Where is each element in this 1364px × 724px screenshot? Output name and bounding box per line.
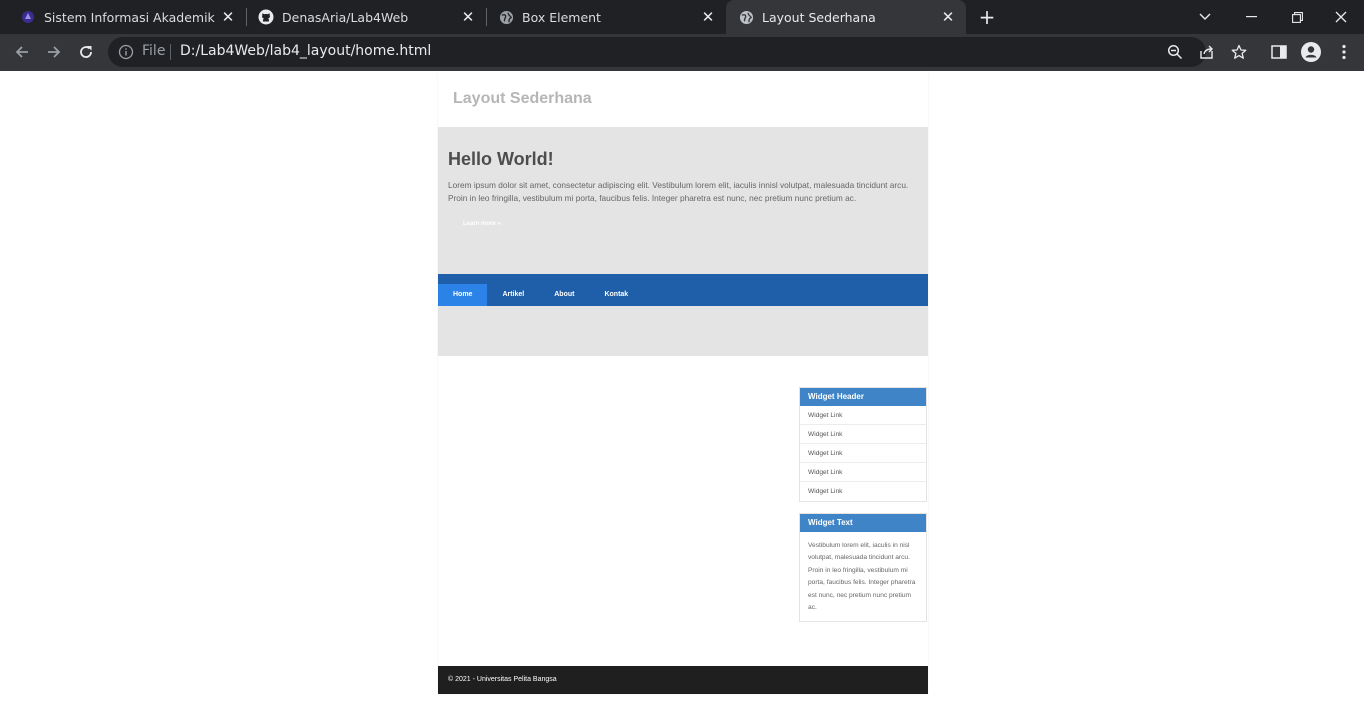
nav-item-kontak[interactable]: Kontak [589,284,643,306]
back-arrow-icon[interactable] [8,38,36,66]
new-tab-plus-icon[interactable]: + [976,6,998,28]
reload-icon[interactable] [72,38,100,66]
close-tab-icon[interactable]: ✕ [700,9,716,25]
tab-box-element[interactable]: Box Element ✕ [486,0,726,34]
url-text[interactable]: D:/Lab4Web/lab4_layout/home.html [180,43,431,59]
widget-link-list: Widget Link Widget Link Widget Link Widg… [800,406,926,501]
tab-title: Layout Sederhana [762,9,876,25]
tab-sistem-informasi[interactable]: Sistem Informasi Akademik ✕ [0,0,246,34]
tab-search-chevron-icon[interactable] [1182,0,1228,34]
globe-icon [498,9,514,25]
share-icon[interactable] [1198,43,1216,61]
site-footer: © 2021 - Universitas Pelita Bangsa [438,666,928,694]
side-panel-icon[interactable] [1269,42,1289,62]
tab-title: DenasAria/Lab4Web [282,9,409,25]
bookmark-star-icon[interactable] [1230,43,1248,61]
close-tab-icon[interactable]: ✕ [220,9,236,25]
learn-more-button[interactable]: Learn more » [463,221,501,227]
gray-band [438,306,928,356]
nav-item-about[interactable]: About [539,284,589,306]
widget-text: Widget Text Vestibulum lorem elit, iacul… [799,513,927,623]
minimize-icon[interactable] [1228,0,1274,34]
site-header: Layout Sederhana [438,71,928,127]
page-container: Layout Sederhana Hello World! Lorem ipsu… [438,71,928,694]
tab-layout-sederhana[interactable]: Layout Sederhana ✕ [726,0,966,34]
menu-kebab-icon[interactable] [1334,42,1354,62]
zoom-icon[interactable] [1166,43,1184,61]
widget-links: Widget Header Widget Link Widget Link Wi… [799,387,927,502]
close-window-icon[interactable] [1318,0,1364,34]
widget-link[interactable]: Widget Link [800,406,926,425]
nav-item-home[interactable]: Home [438,284,488,306]
site-title: Layout Sederhana [453,90,592,107]
widget-link[interactable]: Widget Link [800,463,926,482]
hero-text: Lorem ipsum dolor sit amet, consectetur … [448,180,909,203]
widget-link[interactable]: Widget Link [800,482,926,501]
tab-title: Sistem Informasi Akademik [44,9,215,25]
main-content: Widget Header Widget Link Widget Link Wi… [438,356,928,666]
browser-toolbar: File D:/Lab4Web/lab4_layout/home.html [0,34,1364,71]
widget-header: Widget Text [800,514,926,532]
widget-link[interactable]: Widget Link [800,425,926,444]
close-tab-icon[interactable]: ✕ [940,9,956,25]
scheme-label: File [142,43,166,59]
github-icon [258,9,274,25]
tab-strip: Sistem Informasi Akademik ✕ DenasAria/La… [0,0,1364,34]
address-divider [170,44,171,60]
globe-icon [738,9,754,25]
university-logo-icon [20,9,36,25]
hero-section: Hello World! Lorem ipsum dolor sit amet,… [438,127,928,274]
widget-link[interactable]: Widget Link [800,444,926,463]
tab-title: Box Element [522,9,601,25]
address-bar[interactable]: File D:/Lab4Web/lab4_layout/home.html [108,37,1247,67]
forward-arrow-icon[interactable] [40,38,68,66]
tab-github[interactable]: DenasAria/Lab4Web ✕ [246,0,486,34]
widget-text-body: Vestibulum lorem elit, iaculis in nisl v… [808,542,916,612]
close-tab-icon[interactable]: ✕ [460,9,476,25]
widget-header: Widget Header [800,388,926,406]
info-icon[interactable] [118,44,134,60]
main-nav: Home Artikel About Kontak [438,274,928,306]
restore-icon[interactable] [1274,0,1320,34]
nav-item-artikel[interactable]: Artikel [487,284,539,306]
hero-title: Hello World! [448,149,554,169]
profile-avatar-icon[interactable] [1301,42,1321,62]
